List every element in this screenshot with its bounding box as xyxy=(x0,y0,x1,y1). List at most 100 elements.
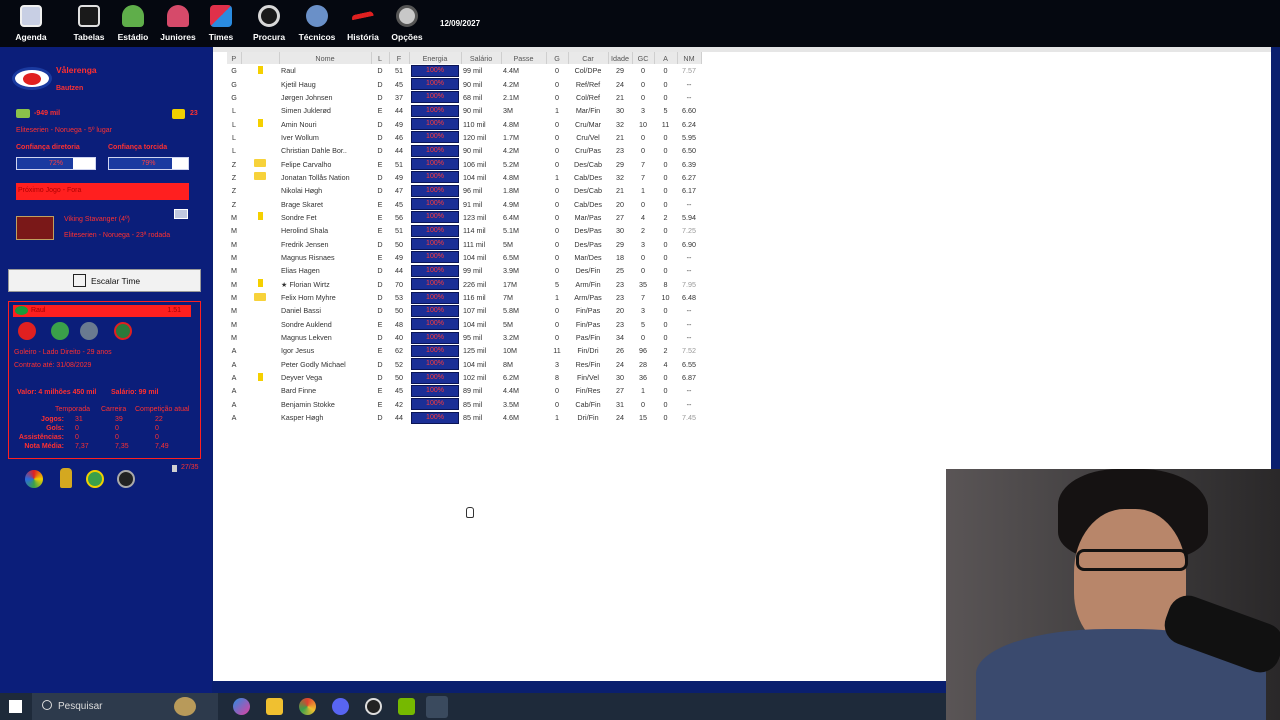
player-rating: 1.51 xyxy=(167,307,181,314)
menu-tabelas[interactable]: Tabelas xyxy=(72,5,106,42)
table-cell: 0 xyxy=(663,386,668,396)
menu-tecnicos[interactable]: Técnicos xyxy=(298,5,336,42)
table-row[interactable]: L Amin Nouri D 49 100% 110 mil 4.8M 0 Cru/Mar 32 1… xyxy=(227,117,701,131)
club-crest-icon[interactable] xyxy=(12,67,52,90)
opponent-crest-icon[interactable] xyxy=(16,216,54,240)
top-menu-bar: Agenda Tabelas Estádio Juniores Times Pr… xyxy=(0,0,1280,47)
club-name[interactable]: Vålerenga xyxy=(56,65,97,75)
table-row[interactable]: M Sondre Auklend E 48 100% 104 mil 5M 0 Fin/Pas 2… xyxy=(227,318,701,331)
table-row[interactable]: L Iver Wollum D 46 100% 120 mil 1.7M 0 Cru/Vel 21… xyxy=(227,131,701,144)
table-row[interactable]: G Raul D 51 100% 99 mil 4.4M 0 Col/DPe 29 0 0 7.57 xyxy=(227,64,701,77)
menu-juniores[interactable]: Juniores xyxy=(160,5,196,42)
table-cell: 6.24 xyxy=(682,119,696,129)
taskbar-search[interactable]: Pesquisar xyxy=(32,693,218,720)
menu-agenda[interactable]: Agenda xyxy=(14,5,48,42)
table-row[interactable]: M ★ Florian Wirtz D 70 100% 226 mil 17M 5 Arm/Fi… xyxy=(227,278,701,291)
menu-estadio[interactable]: Estádio xyxy=(116,5,150,42)
table-row[interactable]: L Simen Juklerød E 44 100% 90 mil 3M 1 Mar/Fin 30… xyxy=(227,104,701,117)
menu-historia[interactable]: História xyxy=(346,5,380,42)
col-header[interactable]: GC xyxy=(632,52,655,64)
col-header[interactable]: NM xyxy=(677,52,702,64)
col-header[interactable]: Car xyxy=(568,52,609,64)
table-row[interactable]: L Christian Dahle Bor.. D 44 100% 90 mil 4.2M 0… xyxy=(227,144,701,157)
file-explorer-icon[interactable] xyxy=(266,698,283,715)
col-header[interactable]: F xyxy=(389,52,410,64)
table-cell: 20 xyxy=(616,306,624,316)
escalar-time-button[interactable]: Escalar Time xyxy=(8,269,201,292)
table-cell: 17M xyxy=(503,279,517,289)
start-button[interactable] xyxy=(9,700,22,713)
col-header[interactable]: Passe xyxy=(501,52,547,64)
menu-times[interactable]: Times xyxy=(206,5,236,42)
table-cell: Brage Skaret xyxy=(281,199,323,209)
copilot-icon[interactable] xyxy=(233,698,250,715)
table-cell: M xyxy=(231,252,237,262)
table-cell: 6.5M xyxy=(503,252,519,262)
col-header[interactable]: G xyxy=(546,52,569,64)
energy-bar: 100% xyxy=(411,291,459,304)
table-cell: Kjetil Haug xyxy=(281,79,316,89)
table-row[interactable]: G Jørgen Johnsen D 37 100% 68 mil 2.1M 0 Col/Ref… xyxy=(227,91,701,104)
next-game-bar[interactable]: Próximo Jogo - Fora xyxy=(16,183,189,200)
table-row[interactable]: Z Nikolai Høgh D 47 100% 96 mil 1.8M 0 Des/Cab 21… xyxy=(227,184,701,197)
table-cell: 114 mil xyxy=(463,226,486,236)
table-cell: 7 xyxy=(641,172,645,182)
col-header[interactable]: Nome xyxy=(279,52,372,64)
menu-opcoes[interactable]: Opções xyxy=(390,5,424,42)
table-row[interactable]: M Herolind Shala E 51 100% 114 mil 5.1M 0 Des/Pa… xyxy=(227,224,701,237)
scout-icon[interactable] xyxy=(117,470,135,488)
table-row[interactable]: M Felix Horn Myhre D 53 100% 116 mil 7M 1 Arm/Pa… xyxy=(227,291,701,304)
table-row[interactable]: Z Felipe Carvalho E 51 100% 106 mil 5.2M 0 Des/C… xyxy=(227,157,701,171)
col-header[interactable]: P xyxy=(227,52,242,64)
table-cell: 32 xyxy=(616,119,624,129)
table-row[interactable]: M Sondre Fet E 56 100% 123 mil 6.4M 0 Mar/Pas 27 4… xyxy=(227,211,701,224)
table-row[interactable]: M Daniel Bassi D 50 100% 107 mil 5.8M 0 Fin/Pas 2… xyxy=(227,304,701,317)
team-icon[interactable] xyxy=(51,322,69,340)
table-cell: 4.9M xyxy=(503,199,519,209)
col-header[interactable]: Energia xyxy=(409,52,462,64)
table-row[interactable]: M Magnus Lekven D 40 100% 95 mil 3.2M 0 Pas/Fin 3… xyxy=(227,331,701,344)
table-row[interactable]: Z Jonatan Tollås Nation D 49 100% 104 mil 4.8M… xyxy=(227,171,701,184)
color-wheel-icon[interactable] xyxy=(25,470,43,488)
chrome-icon[interactable] xyxy=(299,698,316,715)
table-cell: M xyxy=(231,319,237,329)
transfer-icon[interactable] xyxy=(80,322,98,340)
col-header[interactable]: L xyxy=(371,52,390,64)
table-row[interactable]: A Bard Finne E 45 100% 89 mil 4.4M 0 Fin/Res 27 1 0… xyxy=(227,384,701,397)
table-row[interactable]: A Peter Godly Michael D 52 100% 104 mil 8M 3 Res… xyxy=(227,358,701,371)
table-cell: 5.94 xyxy=(682,212,696,222)
menu-procura[interactable]: Procura xyxy=(252,5,286,42)
col-header[interactable]: A xyxy=(654,52,678,64)
col-header[interactable]: Idade xyxy=(608,52,633,64)
injury-icon[interactable] xyxy=(18,322,36,340)
table-row[interactable]: M Elias Hagen D 44 100% 99 mil 3.9M 0 Des/Fin 25 0… xyxy=(227,264,701,277)
energy-bar: 100% xyxy=(411,371,459,384)
national-team-icon[interactable] xyxy=(86,470,104,488)
game-icon[interactable] xyxy=(426,696,448,718)
table-row[interactable]: Z Brage Skaret E 45 100% 91 mil 4.9M 0 Cab/Des 20… xyxy=(227,197,701,211)
obs-icon[interactable] xyxy=(365,698,382,715)
table-row[interactable]: M Magnus Risnaes E 49 100% 104 mil 6.5M 0 Mar/De… xyxy=(227,251,701,264)
trophy-icon[interactable] xyxy=(60,468,72,488)
table-cell: D xyxy=(377,79,383,89)
col-header[interactable] xyxy=(241,52,280,64)
contract-icon[interactable] xyxy=(114,322,132,340)
table-cell: 99 mil xyxy=(463,266,483,276)
table-cell: 45 xyxy=(395,79,403,89)
table-cell: 5 xyxy=(663,106,668,116)
table-cell: 0 xyxy=(641,399,645,409)
table-row[interactable]: M Fredrik Jensen D 50 100% 111 mil 5M 0 Des/Pas 2… xyxy=(227,237,701,251)
table-row[interactable]: A Benjamin Stokke E 42 100% 85 mil 3.5M 0 Cab/Fi… xyxy=(227,398,701,411)
table-row[interactable]: A Deyver Vega D 50 100% 102 mil 6.2M 8 Fin/Vel 30… xyxy=(227,371,701,384)
nvidia-icon[interactable] xyxy=(398,698,415,715)
col-header[interactable]: Salário xyxy=(461,52,502,64)
table-cell: 6.87 xyxy=(682,373,696,383)
table-row[interactable]: A Igor Jesus E 62 100% 125 mil 10M 11 Fin/Dri 26 9… xyxy=(227,344,701,357)
message-icon[interactable] xyxy=(172,109,185,119)
discord-icon[interactable] xyxy=(332,698,349,715)
table-row[interactable]: G Kjetil Haug D 45 100% 90 mil 4.2M 0 Ref/Ref 24 0… xyxy=(227,77,701,91)
stats-icon[interactable] xyxy=(174,209,188,219)
opponent-name[interactable]: Viking Stavanger (4º) xyxy=(64,216,130,223)
table-row[interactable]: A Kasper Høgh D 44 100% 85 mil 4.6M 1 Dri/Fin 24 1… xyxy=(227,411,701,424)
table-cell: 6.2M xyxy=(503,373,519,383)
